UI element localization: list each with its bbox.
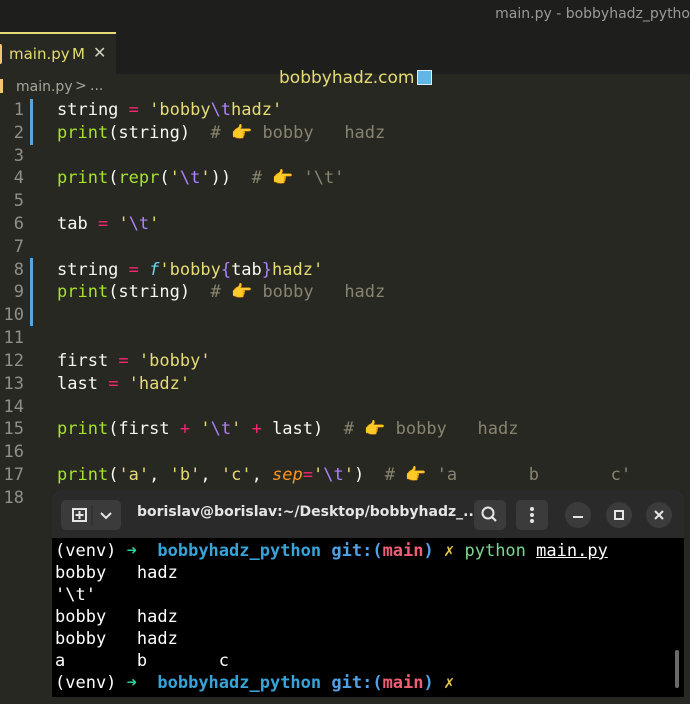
modified-indicator: M — [72, 45, 85, 63]
line-number: 9 — [13, 282, 24, 302]
breadcrumb-more[interactable]: ... — [90, 78, 103, 94]
pointing-hand-icon: 👉 — [272, 168, 294, 188]
line-number: 17 — [3, 465, 24, 485]
terminal-header: borislav@borislav:~/Desktop/bobbyhadz_..… — [52, 490, 684, 538]
line-number: 13 — [3, 374, 24, 394]
minimize-icon — [573, 516, 583, 518]
line-number: 15 — [3, 419, 24, 439]
pointing-hand-icon: 👉 — [405, 465, 427, 485]
cube-icon — [417, 70, 433, 85]
code-line: print(first + '\t' + last) # 👉 bobby had… — [57, 419, 519, 439]
code-line: print('a', 'b', 'c', sep='\t') # 👉 'a b … — [57, 465, 632, 485]
code-line: first = 'bobby' — [57, 351, 211, 371]
terminal-scrollbar[interactable] — [675, 650, 679, 688]
code-line: print(repr('\t')) # 👉 '\t' — [57, 168, 345, 188]
terminal-output-line: '\t' — [55, 585, 96, 605]
terminal-output-line: bobby hadz — [55, 563, 178, 583]
terminal-output-line: bobby hadz — [55, 607, 178, 627]
new-tab-button[interactable] — [61, 500, 121, 530]
maximize-icon — [614, 510, 624, 520]
line-number: 3 — [13, 146, 24, 166]
code-line: tab = '\t' — [57, 214, 160, 234]
minimize-button[interactable] — [565, 502, 591, 528]
line-number: 6 — [13, 214, 24, 234]
line-number: 14 — [3, 397, 24, 417]
line-number: 11 — [3, 328, 24, 348]
close-button[interactable] — [646, 502, 672, 528]
close-icon — [654, 510, 664, 520]
code-line: last = 'hadz' — [57, 374, 191, 394]
breadcrumb-separator: > — [75, 78, 87, 94]
line-number: 12 — [3, 351, 24, 371]
close-icon[interactable]: ✕ — [93, 43, 106, 62]
tab-label: main.py — [9, 45, 70, 63]
line-number: 18 — [3, 488, 24, 508]
search-icon — [481, 506, 497, 522]
python-file-icon — [0, 44, 2, 64]
terminal-prompt-line: (venv) ➜ bobbyhadz_python git:(main) ✗ — [55, 673, 465, 693]
terminal-window[interactable]: borislav@borislav:~/Desktop/bobbyhadz_..… — [52, 490, 684, 697]
maximize-button[interactable] — [606, 502, 632, 528]
prompt-arrow-icon: ➜ — [126, 673, 137, 693]
line-number: 16 — [3, 442, 24, 462]
new-tab-icon — [72, 505, 112, 525]
line-number: 5 — [13, 191, 24, 211]
pointing-hand-icon: 👉 — [231, 282, 253, 302]
prompt-arrow-icon: ➜ — [126, 541, 137, 561]
line-number: 2 — [13, 123, 24, 143]
line-number: 1 — [13, 100, 24, 120]
code-line: print(string) # 👉 bobby hadz — [57, 123, 386, 143]
terminal-output-line: a b c — [55, 651, 229, 671]
chevron-down-icon — [100, 512, 112, 520]
git-modified-bar — [30, 99, 33, 145]
python-file-icon — [0, 79, 3, 93]
pointing-hand-icon: 👉 — [364, 419, 386, 439]
window-title: main.py - bobbyhadz_pytho — [495, 6, 690, 22]
line-number: 10 — [3, 305, 24, 325]
line-number: 8 — [13, 260, 24, 280]
menu-button[interactable] — [516, 500, 548, 530]
line-number: 4 — [13, 168, 24, 188]
tab-bar: main.py M ✕ bobbyhadz.com — [0, 32, 690, 88]
watermark-text: bobbyhadz.com — [279, 68, 415, 88]
terminal-title: borislav@borislav:~/Desktop/bobbyhadz_..… — [137, 504, 477, 520]
code-line: print(string) # 👉 bobby hadz — [57, 282, 386, 302]
title-bar: main.py - bobbyhadz_pytho — [0, 0, 690, 32]
terminal-output-line: bobby hadz — [55, 629, 178, 649]
search-button[interactable] — [474, 500, 506, 530]
code-line: string = 'bobby\thadz' — [57, 100, 283, 120]
kebab-menu-icon — [530, 507, 534, 523]
git-modified-bar — [30, 258, 33, 326]
line-number: 7 — [13, 237, 24, 257]
tab-main-py[interactable]: main.py M ✕ — [0, 32, 116, 74]
code-line: string = f'bobby{tab}hadz' — [57, 260, 324, 280]
breadcrumb-file[interactable]: main.py — [16, 79, 73, 95]
pointing-hand-icon: 👉 — [231, 123, 253, 143]
watermark: bobbyhadz.com — [279, 68, 433, 88]
terminal-prompt-line: (venv) ➜ bobbyhadz_python git:(main) ✗ p… — [55, 541, 608, 561]
